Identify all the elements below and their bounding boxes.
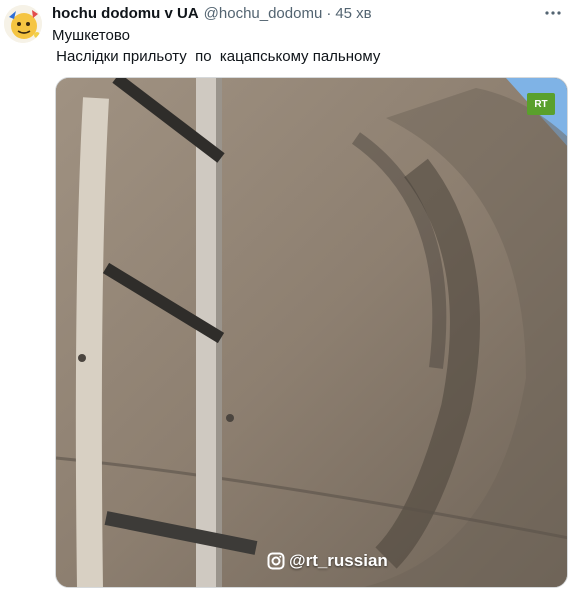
timestamp[interactable]: 45 хв xyxy=(335,5,371,22)
tweet-text-line-1: Мушкетово xyxy=(52,27,130,44)
instagram-icon xyxy=(267,552,285,570)
display-name[interactable]: hochu dodomu v UA xyxy=(52,5,199,22)
avatar-image xyxy=(4,5,42,43)
media-frame xyxy=(56,78,567,587)
tweet-header: hochu dodomu v UA @hochu_dodomu · 45 хв xyxy=(52,5,560,25)
more-options-icon xyxy=(545,11,561,15)
channel-logo: RT xyxy=(527,93,555,115)
avatar[interactable] xyxy=(4,5,42,43)
ellipsis-icon[interactable] xyxy=(542,4,564,22)
tweet-text-line-2: Наслідки прильоту по кацапському пальном… xyxy=(52,48,381,65)
user-handle[interactable]: @hochu_dodomu xyxy=(204,5,323,22)
video-watermark: @rt_russian xyxy=(267,551,388,571)
tweet-media-video[interactable]: RT @rt_russian xyxy=(55,77,568,588)
watermark-text: @rt_russian xyxy=(289,551,388,570)
separator-dot: · xyxy=(326,5,332,22)
